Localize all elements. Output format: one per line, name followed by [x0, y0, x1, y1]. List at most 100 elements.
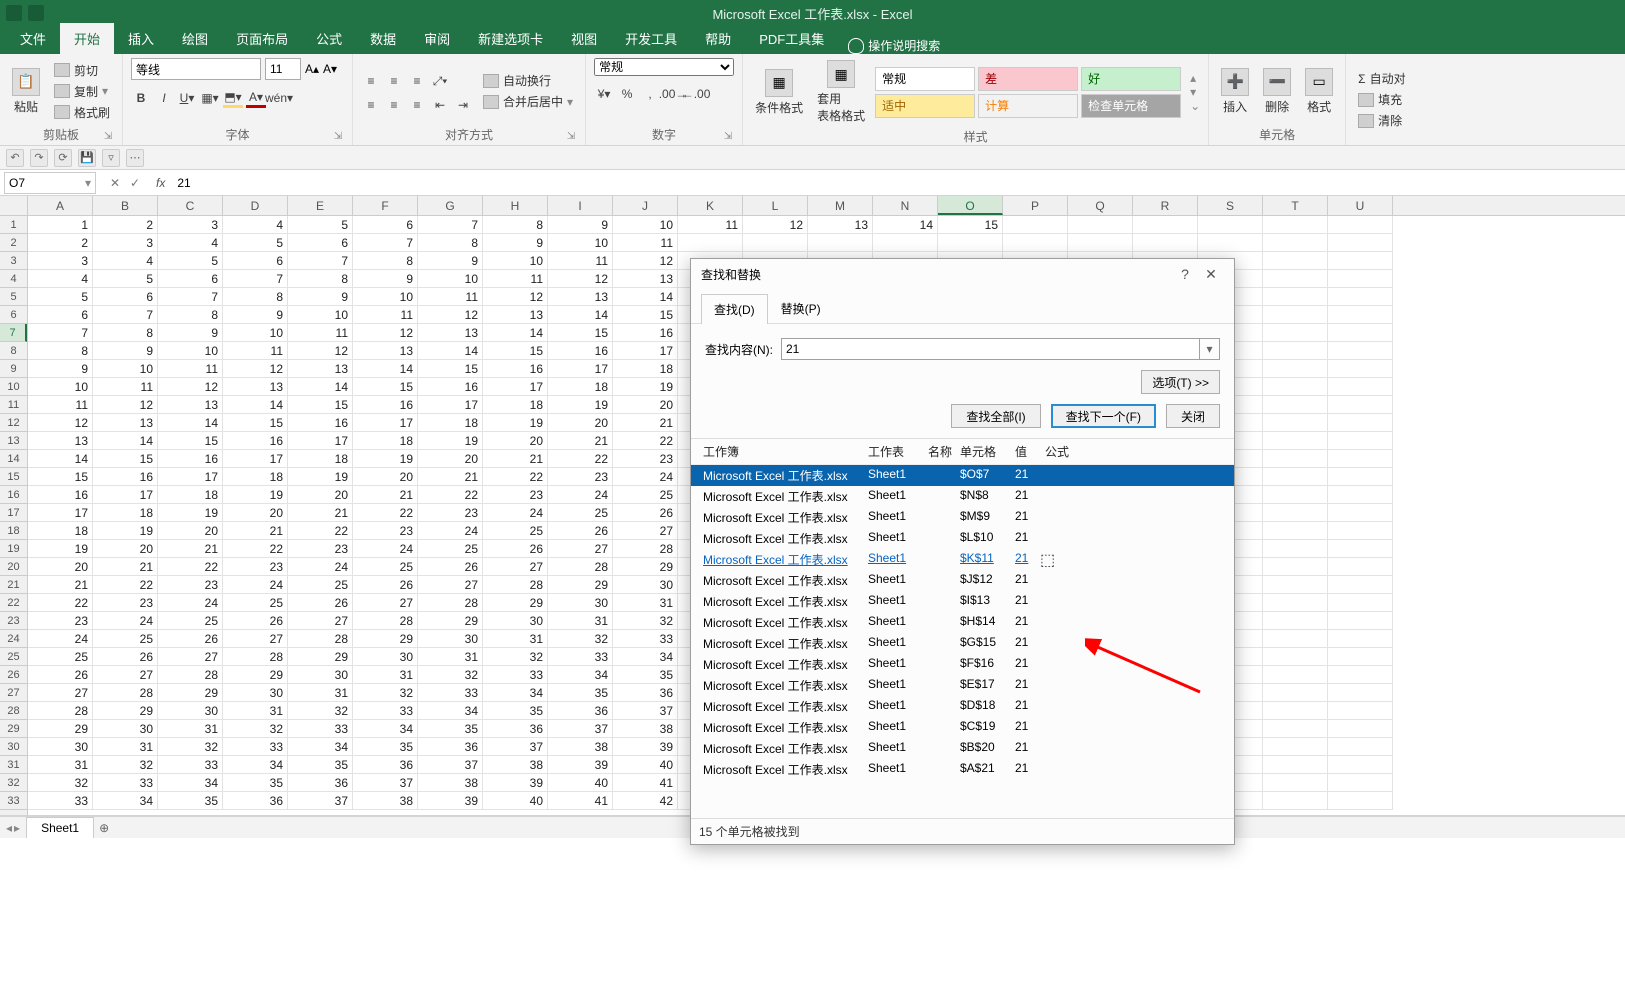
cell[interactable]: [808, 234, 873, 252]
cell[interactable]: 16: [613, 324, 678, 342]
cell[interactable]: 22: [223, 540, 288, 558]
cell[interactable]: 21: [353, 486, 418, 504]
cell[interactable]: [1263, 306, 1328, 324]
find-result-row[interactable]: Microsoft Excel 工作表.xlsxSheet1$O$721: [691, 465, 1234, 486]
cell[interactable]: [1263, 756, 1328, 774]
filter-icon[interactable]: ▿: [102, 149, 120, 167]
cell[interactable]: 13: [288, 360, 353, 378]
cell[interactable]: 11: [288, 324, 353, 342]
cell[interactable]: 24: [613, 468, 678, 486]
cell[interactable]: 26: [288, 594, 353, 612]
cell[interactable]: 20: [613, 396, 678, 414]
cell[interactable]: 1: [28, 216, 93, 234]
cell[interactable]: 24: [93, 612, 158, 630]
cell[interactable]: 8: [223, 288, 288, 306]
tab-find[interactable]: 查找(D): [701, 294, 768, 324]
cell[interactable]: 32: [548, 630, 613, 648]
cell[interactable]: 11: [353, 306, 418, 324]
col-header-L[interactable]: L: [743, 196, 808, 215]
clear-button[interactable]: 清除: [1354, 111, 1409, 130]
ribbon-tab-8[interactable]: 新建选项卡: [464, 23, 557, 54]
ribbon-tab-12[interactable]: PDF工具集: [745, 23, 838, 54]
cell[interactable]: 27: [613, 522, 678, 540]
style-cell-0[interactable]: 常规: [875, 67, 975, 91]
find-result-row[interactable]: Microsoft Excel 工作表.xlsxSheet1$K$1121: [691, 549, 1234, 570]
find-result-row[interactable]: Microsoft Excel 工作表.xlsxSheet1$D$1821: [691, 696, 1234, 717]
row-header-8[interactable]: 8: [0, 342, 27, 360]
row-header-5[interactable]: 5: [0, 288, 27, 306]
align-middle-icon[interactable]: ≡: [384, 71, 404, 91]
row-header-23[interactable]: 23: [0, 612, 27, 630]
cell[interactable]: [1328, 306, 1393, 324]
cell[interactable]: 21: [548, 432, 613, 450]
find-result-row[interactable]: Microsoft Excel 工作表.xlsxSheet1$I$1321: [691, 591, 1234, 612]
copy-button[interactable]: 复制▾: [50, 82, 114, 101]
cell[interactable]: 18: [483, 396, 548, 414]
cell[interactable]: 9: [288, 288, 353, 306]
cell[interactable]: [1263, 594, 1328, 612]
cell[interactable]: 34: [613, 648, 678, 666]
cell[interactable]: 13: [223, 378, 288, 396]
cell[interactable]: 33: [418, 684, 483, 702]
cell[interactable]: 23: [613, 450, 678, 468]
ribbon-tab-6[interactable]: 数据: [356, 23, 410, 54]
cell[interactable]: 14: [353, 360, 418, 378]
cell[interactable]: 23: [158, 576, 223, 594]
find-result-row[interactable]: Microsoft Excel 工作表.xlsxSheet1$J$1221: [691, 570, 1234, 591]
cell[interactable]: 13: [548, 288, 613, 306]
row-header-32[interactable]: 32: [0, 774, 27, 792]
conditional-format-button[interactable]: ▦条件格式: [751, 67, 807, 118]
cell[interactable]: 12: [353, 324, 418, 342]
cell[interactable]: [1003, 216, 1068, 234]
dialog-launcher-icon[interactable]: ⇲: [332, 131, 344, 143]
cell[interactable]: 28: [223, 648, 288, 666]
col-header-U[interactable]: U: [1328, 196, 1393, 215]
ribbon-tab-7[interactable]: 审阅: [410, 23, 464, 54]
cell[interactable]: 33: [28, 792, 93, 810]
cell[interactable]: 33: [223, 738, 288, 756]
cell[interactable]: 26: [353, 576, 418, 594]
cell[interactable]: 7: [418, 216, 483, 234]
cell[interactable]: [1068, 234, 1133, 252]
cell[interactable]: 28: [483, 576, 548, 594]
cell[interactable]: 11: [158, 360, 223, 378]
cell[interactable]: 37: [548, 720, 613, 738]
cell[interactable]: 3: [28, 252, 93, 270]
cell[interactable]: 29: [353, 630, 418, 648]
help-icon[interactable]: ?: [1172, 266, 1198, 282]
cell[interactable]: 33: [613, 630, 678, 648]
cell[interactable]: 17: [158, 468, 223, 486]
row-header-26[interactable]: 26: [0, 666, 27, 684]
cell[interactable]: 22: [28, 594, 93, 612]
row-header-31[interactable]: 31: [0, 756, 27, 774]
cell[interactable]: 30: [483, 612, 548, 630]
chevron-down-icon[interactable]: ▾: [85, 176, 91, 190]
cell[interactable]: 32: [223, 720, 288, 738]
cell[interactable]: 29: [158, 684, 223, 702]
cell[interactable]: 27: [288, 612, 353, 630]
border-button[interactable]: ▦▾: [200, 88, 220, 108]
fx-icon[interactable]: fx: [150, 176, 171, 190]
cell[interactable]: 39: [483, 774, 548, 792]
sheet-nav-next-icon[interactable]: ▸: [14, 821, 20, 835]
cell[interactable]: 11: [223, 342, 288, 360]
cell[interactable]: 14: [28, 450, 93, 468]
cell[interactable]: [1263, 486, 1328, 504]
cell[interactable]: 35: [418, 720, 483, 738]
cell[interactable]: 9: [223, 306, 288, 324]
cell[interactable]: [1328, 504, 1393, 522]
options-button[interactable]: 选项(T) >>: [1141, 370, 1220, 394]
cell[interactable]: 25: [28, 648, 93, 666]
find-all-button[interactable]: 查找全部(I): [951, 404, 1040, 428]
col-header-O[interactable]: O: [938, 196, 1003, 215]
cell[interactable]: 13: [808, 216, 873, 234]
more-icon[interactable]: ⋯: [126, 149, 144, 167]
cell[interactable]: 34: [548, 666, 613, 684]
cell[interactable]: 18: [28, 522, 93, 540]
row-header-24[interactable]: 24: [0, 630, 27, 648]
cell[interactable]: 22: [483, 468, 548, 486]
select-all-corner[interactable]: [0, 196, 28, 216]
cell[interactable]: 17: [613, 342, 678, 360]
cell[interactable]: 34: [223, 756, 288, 774]
cell[interactable]: 17: [28, 504, 93, 522]
